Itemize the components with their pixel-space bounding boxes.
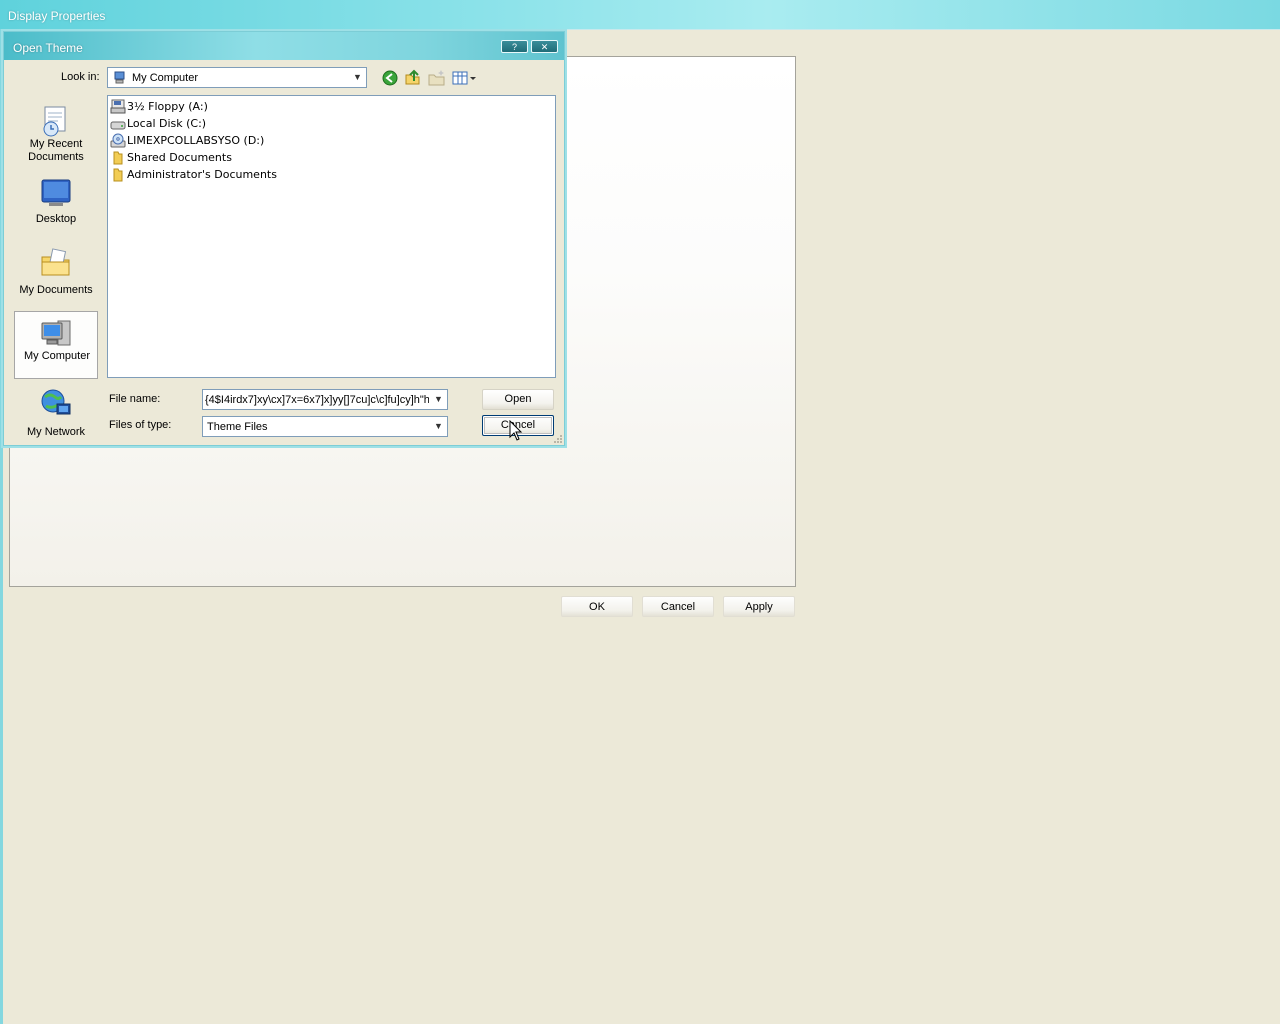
place-label: My Computer bbox=[23, 350, 91, 362]
files-of-type-select[interactable]: Theme Files ▼ bbox=[202, 416, 448, 437]
back-icon[interactable] bbox=[380, 68, 400, 88]
cd-drive-icon bbox=[110, 133, 126, 148]
files-of-type-label: Files of type: bbox=[109, 419, 172, 431]
my-computer-icon bbox=[41, 320, 71, 346]
file-name: 3½ Floppy (A:) bbox=[127, 100, 208, 113]
place-my-network[interactable]: My Network bbox=[14, 381, 98, 449]
file-name-label: File name: bbox=[109, 393, 161, 405]
my-documents-icon bbox=[41, 248, 70, 276]
place-my-recent-documents[interactable]: My Recent Documents bbox=[14, 99, 98, 167]
folder-icon bbox=[113, 168, 123, 182]
file-name-value: {4$I4irdx7]xy\cx]7x=6x7]x]yy[]7cu]c\c]fu… bbox=[205, 394, 429, 406]
file-name: Local Disk (C:) bbox=[127, 117, 207, 130]
floppy-drive-icon bbox=[110, 99, 126, 114]
place-label: My Network bbox=[26, 426, 86, 438]
file-name: Shared Documents bbox=[127, 151, 232, 164]
create-new-folder-icon[interactable] bbox=[427, 68, 447, 88]
chevron-down-icon[interactable]: ▼ bbox=[431, 418, 446, 435]
place-label: My Documents bbox=[19, 284, 93, 296]
folder-icon bbox=[113, 151, 123, 165]
dialog-titlebar[interactable]: Open Theme ? ✕ bbox=[4, 32, 564, 60]
help-button[interactable]: ? bbox=[501, 40, 528, 53]
open-button[interactable]: Open bbox=[482, 389, 554, 410]
recent-documents-icon bbox=[43, 106, 66, 137]
chevron-down-icon[interactable]: ▼ bbox=[431, 391, 446, 408]
place-my-computer[interactable]: My Computer bbox=[14, 311, 98, 379]
place-label: Desktop bbox=[35, 213, 77, 225]
chevron-down-icon[interactable]: ▼ bbox=[350, 69, 365, 86]
display-properties-titlebar[interactable]: Display Properties bbox=[0, 0, 1280, 30]
resize-grip-icon[interactable] bbox=[552, 433, 562, 443]
file-list[interactable]: 3½ Floppy (A:) Local Disk (C:) LIMEXPCOL… bbox=[107, 95, 556, 378]
file-name: Administrator's Documents bbox=[127, 168, 277, 181]
view-menu-icon[interactable] bbox=[451, 68, 477, 88]
hard-disk-icon bbox=[110, 121, 126, 130]
file-name: LIMEXPCOLLABSYSO (D:) bbox=[127, 134, 265, 147]
close-button[interactable]: ✕ bbox=[531, 40, 558, 53]
window-title: Display Properties bbox=[8, 9, 106, 23]
my-computer-small-icon bbox=[114, 71, 125, 84]
look-in-value: My Computer bbox=[132, 72, 199, 84]
place-desktop[interactable]: Desktop bbox=[14, 170, 98, 238]
look-in-label: Look in: bbox=[61, 71, 100, 83]
apply-button[interactable]: Apply bbox=[723, 596, 795, 617]
desktop-icon bbox=[41, 179, 71, 206]
up-one-level-icon[interactable] bbox=[403, 67, 423, 87]
dialog-title: Open Theme bbox=[13, 41, 83, 55]
cancel-button[interactable]: Cancel bbox=[642, 596, 714, 617]
mouse-cursor-icon bbox=[509, 420, 523, 441]
open-theme-dialog: Open Theme ? ✕ Look in: My Computer ▼ My… bbox=[3, 31, 565, 446]
my-network-icon bbox=[41, 389, 71, 415]
file-name-input[interactable]: {4$I4irdx7]xy\cx]7x=6x7]x]yy[]7cu]c\c]fu… bbox=[202, 389, 448, 410]
place-my-documents[interactable]: My Documents bbox=[14, 241, 98, 309]
look-in-combo[interactable]: My Computer ▼ bbox=[107, 67, 367, 88]
places-bar: My Recent Documents Desktop My Documents bbox=[14, 95, 101, 438]
place-label: My Recent bbox=[29, 138, 83, 150]
ok-button[interactable]: OK bbox=[561, 596, 633, 617]
files-of-type-value: Theme Files bbox=[207, 421, 268, 433]
place-label-line2: Documents bbox=[28, 151, 84, 163]
